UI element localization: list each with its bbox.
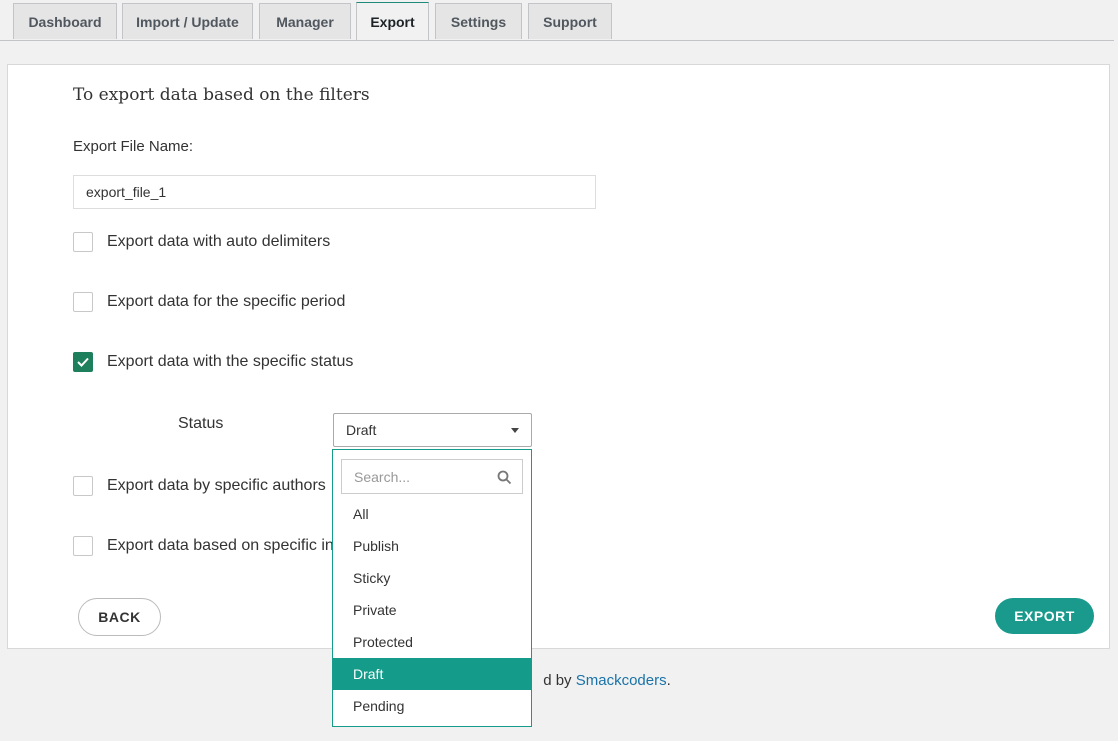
tab-settings[interactable]: Settings [435,3,522,39]
search-placeholder: Search... [354,468,411,485]
export-card: To export data based on the filters Expo… [7,64,1110,649]
option-specific-period[interactable]: Export data for the specific period [73,292,345,312]
footer: d by Smackcoders. [0,672,1118,689]
status-selected-value: Draft [346,422,377,438]
option-all[interactable]: All [333,498,531,530]
search-icon [497,470,512,485]
status-dropdown: Search... All Publish Sticky Private Pro… [332,449,532,727]
tab-support[interactable]: Support [528,3,612,39]
tab-bar: Dashboard Import / Update Manager Export… [0,0,1114,41]
file-name-input[interactable] [73,175,596,209]
checkmark-icon [77,357,89,367]
checkbox[interactable] [73,476,93,496]
option-specific-inclusions[interactable]: Export data based on specific in [73,536,334,556]
smackcoders-link[interactable]: Smackcoders [576,672,667,689]
file-name-label: Export File Name: [73,138,194,155]
option-label: Export data with the specific status [107,353,354,370]
checkbox[interactable] [73,232,93,252]
option-label: Export data with auto delimiters [107,233,331,250]
option-protected[interactable]: Protected [333,626,531,658]
option-pending[interactable]: Pending [333,690,531,722]
option-publish[interactable]: Publish [333,530,531,562]
option-auto-delimiters[interactable]: Export data with auto delimiters [73,232,330,252]
dropdown-search-input[interactable]: Search... [341,459,523,494]
option-sticky[interactable]: Sticky [333,562,531,594]
export-button[interactable]: EXPORT [995,598,1094,634]
footer-text: d by [543,672,576,689]
tab-export[interactable]: Export [356,2,429,40]
status-label: Status [178,415,224,432]
tab-manager[interactable]: Manager [259,3,351,39]
chevron-down-icon [511,428,519,433]
dropdown-options: All Publish Sticky Private Protected Dra… [333,498,531,722]
tab-import-update[interactable]: Import / Update [122,3,253,39]
tab-dashboard[interactable]: Dashboard [13,3,117,39]
option-label: Export data for the specific period [107,293,346,310]
checkbox[interactable] [73,536,93,556]
option-label: Export data based on specific in [107,537,334,554]
option-specific-authors[interactable]: Export data by specific authors [73,476,326,496]
option-private[interactable]: Private [333,594,531,626]
back-button[interactable]: BACK [78,598,161,636]
option-specific-status[interactable]: Export data with the specific status [73,352,353,372]
option-draft[interactable]: Draft [333,658,531,690]
option-label: Export data by specific authors [107,477,326,494]
page-title: To export data based on the filters [73,85,370,105]
checkbox-checked[interactable] [73,352,93,372]
checkbox[interactable] [73,292,93,312]
footer-period: . [666,672,671,689]
status-select[interactable]: Draft [333,413,532,447]
